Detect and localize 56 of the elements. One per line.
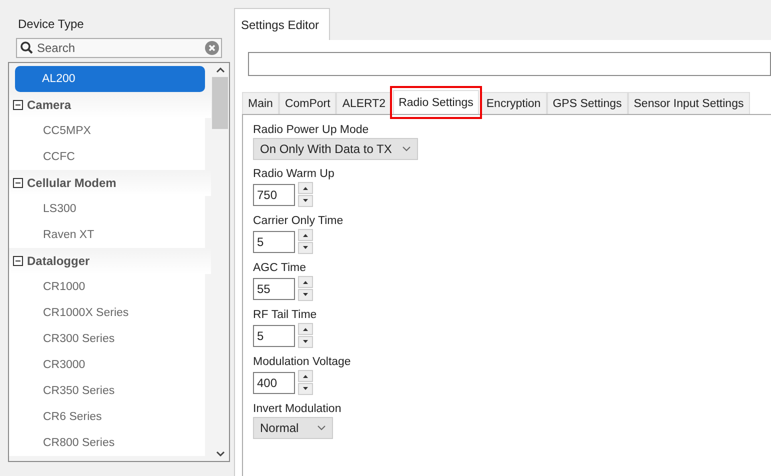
dropdown[interactable]: Normal bbox=[253, 417, 333, 439]
editor-tab[interactable]: Settings Editor bbox=[234, 8, 330, 40]
chevron-down-icon bbox=[317, 425, 326, 431]
spin-down-icon[interactable] bbox=[298, 195, 313, 207]
spin-up-icon[interactable] bbox=[298, 276, 313, 288]
spin-up-icon[interactable] bbox=[298, 323, 313, 335]
tree-item[interactable]: CR6 Series bbox=[9, 404, 205, 430]
dropdown[interactable]: On Only With Data to TX bbox=[253, 138, 418, 160]
spin-up-icon[interactable] bbox=[298, 229, 313, 241]
spin-down-icon[interactable] bbox=[298, 242, 313, 254]
tree-item[interactable]: CR1000 bbox=[9, 274, 205, 300]
field-label: RF Tail Time bbox=[253, 309, 318, 321]
text-field[interactable] bbox=[248, 52, 771, 76]
tree-item[interactable]: CR3000 bbox=[9, 352, 205, 378]
spin-up-icon[interactable] bbox=[298, 182, 313, 194]
tree-item[interactable]: AL200 bbox=[15, 66, 205, 92]
chevron-down-icon bbox=[402, 146, 411, 152]
field-label: AGC Time bbox=[253, 262, 308, 274]
panel-title: Device Type bbox=[17, 16, 85, 33]
collapse-icon[interactable] bbox=[13, 100, 23, 110]
spin-down-icon[interactable] bbox=[298, 336, 313, 348]
tree-item[interactable]: LS300 bbox=[9, 196, 205, 222]
number-field[interactable]: 5 bbox=[253, 324, 295, 346]
number-field[interactable]: 55 bbox=[253, 278, 295, 300]
collapse-icon[interactable] bbox=[13, 178, 23, 188]
tree-item[interactable]: Raven XT bbox=[9, 222, 205, 248]
tree-item[interactable]: CR800 Series bbox=[9, 430, 205, 456]
field-label: Radio Power Up Mode bbox=[253, 124, 370, 136]
tab[interactable]: Radio Settings bbox=[392, 90, 480, 114]
spin-down-icon[interactable] bbox=[298, 383, 313, 395]
tree-item[interactable]: CC5MPX bbox=[9, 118, 205, 144]
field-label: Radio Warm Up bbox=[253, 168, 336, 180]
clear-icon[interactable] bbox=[205, 41, 219, 55]
tab[interactable]: ComPort bbox=[278, 92, 336, 114]
number-field[interactable]: 5 bbox=[253, 230, 295, 252]
tab[interactable]: Encryption bbox=[480, 92, 547, 114]
number-field[interactable]: 750 bbox=[253, 184, 295, 206]
tree-item[interactable]: CR350 Series bbox=[9, 378, 205, 404]
tab[interactable]: ALERT2 bbox=[336, 92, 392, 114]
tab[interactable]: GPS Settings bbox=[546, 92, 628, 114]
scroll-up-icon[interactable] bbox=[216, 67, 224, 73]
collapse-icon[interactable] bbox=[13, 256, 23, 266]
number-field[interactable]: 400 bbox=[253, 372, 295, 394]
spin-up-icon[interactable] bbox=[298, 370, 313, 382]
field-label: Invert Modulation bbox=[253, 403, 342, 415]
tab[interactable]: Main bbox=[242, 92, 279, 114]
tree-item[interactable]: CR1000X Series bbox=[9, 300, 205, 326]
search-field[interactable]: Search bbox=[16, 38, 222, 58]
spin-down-icon[interactable] bbox=[298, 289, 313, 301]
tree-item[interactable]: CCFC bbox=[9, 144, 205, 170]
scrollbar-thumb[interactable] bbox=[212, 77, 228, 129]
tab[interactable]: Sensor Input Settings bbox=[628, 92, 750, 114]
field-label: Carrier Only Time bbox=[253, 215, 344, 227]
field-label: Modulation Voltage bbox=[253, 356, 352, 368]
scroll-down-icon[interactable] bbox=[216, 451, 224, 457]
tree-item[interactable]: CR300 Series bbox=[9, 326, 205, 352]
